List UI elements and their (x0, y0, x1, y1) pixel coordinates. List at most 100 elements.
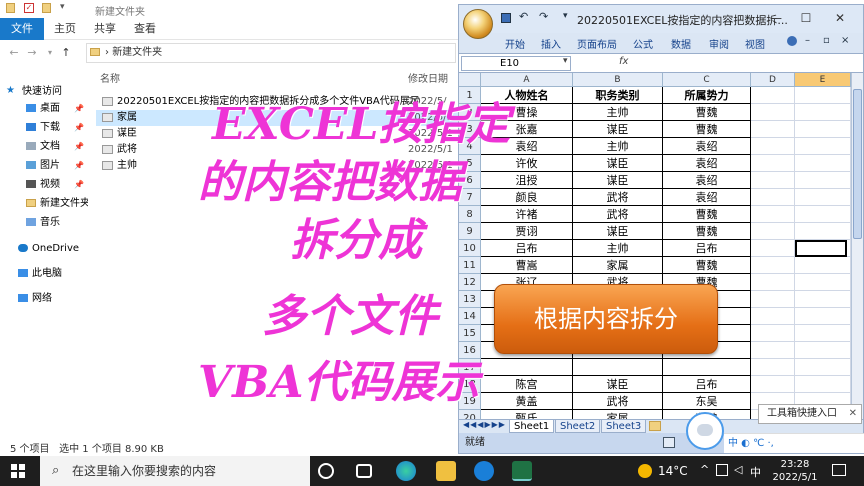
grid-cell[interactable] (795, 342, 851, 359)
column-header-e[interactable]: E (795, 73, 851, 87)
grid-cell[interactable]: 谋臣 (573, 172, 663, 189)
tab-home[interactable]: 开始 (505, 36, 525, 51)
grid-cell[interactable] (751, 376, 795, 393)
grid-cell[interactable]: 袁绍 (663, 189, 751, 206)
scrollbar-thumb[interactable] (853, 89, 862, 239)
office-button[interactable] (463, 9, 493, 39)
new-folder-icon[interactable] (42, 3, 51, 13)
tab-home[interactable]: 主页 (54, 18, 76, 40)
tab-review[interactable]: 审阅 (709, 36, 729, 51)
vertical-scrollbar[interactable] (851, 73, 863, 419)
row-header[interactable]: 15 (459, 325, 481, 342)
address-bar[interactable]: › 新建文件夹 (86, 43, 456, 63)
close-icon[interactable]: × (841, 35, 849, 46)
nav-item-quick-access[interactable]: ★ 快速访问 (6, 82, 92, 100)
grid-cell[interactable]: 甄氏 (481, 410, 573, 419)
row-header[interactable]: 14 (459, 308, 481, 325)
network-icon[interactable] (716, 464, 728, 476)
sheet-tab-sheet2[interactable]: Sheet2 (555, 420, 601, 433)
grid-cell[interactable]: 主帅 (573, 240, 663, 257)
minimize-icon[interactable]: — (769, 11, 783, 25)
column-header-a[interactable]: A (481, 73, 573, 87)
nav-item-new-folder[interactable]: 新建文件夹 (26, 195, 88, 213)
grid-cell[interactable] (573, 359, 663, 376)
grid-cell[interactable]: 袁绍 (663, 138, 751, 155)
grid-cell[interactable] (751, 359, 795, 376)
file-explorer-icon[interactable] (436, 461, 456, 481)
grid-cell[interactable] (795, 223, 851, 240)
notification-icon[interactable] (832, 464, 846, 476)
undo-icon[interactable]: ↶ (519, 10, 528, 23)
sheet-tab-sheet1[interactable]: Sheet1 (509, 420, 555, 433)
grid-cell[interactable]: 贾诩 (481, 223, 573, 240)
column-header-c[interactable]: C (663, 73, 751, 87)
grid-cell[interactable] (795, 121, 851, 138)
toolbox-shortcut-popup[interactable]: 工具箱快捷入口 ✕ (758, 404, 862, 424)
grid-cell[interactable]: 吕布 (481, 240, 573, 257)
tab-view[interactable]: 视图 (745, 36, 765, 51)
spreadsheet-grid[interactable]: A B C D E 1 人物姓名 职务类别 所属势力 2 曹操 主帅 曹魏 3 张嘉 谋臣 曹魏 4 袁绍 主帅 袁绍 5… (459, 73, 851, 419)
close-icon[interactable]: ✕ (849, 405, 857, 423)
grid-cell[interactable]: 谋臣 (573, 155, 663, 172)
tab-share[interactable]: 共享 (94, 18, 116, 40)
grid-cell[interactable] (751, 274, 795, 291)
grid-cell[interactable] (751, 223, 795, 240)
row-header[interactable]: 11 (459, 257, 481, 274)
grid-cell[interactable]: 曹魏 (663, 206, 751, 223)
nav-item-downloads[interactable]: 下载 📌 (26, 119, 86, 137)
grid-cell[interactable] (751, 172, 795, 189)
nav-item-documents[interactable]: 文档 📌 (26, 138, 86, 156)
grid-cell[interactable] (751, 189, 795, 206)
grid-cell[interactable] (795, 206, 851, 223)
row-header[interactable]: 5 (459, 155, 481, 172)
taskbar-search-box[interactable]: ⌕ 在这里输入你要搜索的内容 (40, 456, 310, 486)
grid-cell[interactable] (795, 308, 851, 325)
forward-arrow-icon[interactable]: → (24, 45, 40, 61)
grid-cell[interactable] (751, 240, 795, 257)
up-arrow-icon[interactable]: ↑ (58, 45, 74, 61)
recent-dropdown-icon[interactable]: ▾ (42, 45, 58, 61)
assistant-robot-icon[interactable] (686, 412, 724, 450)
grid-cell[interactable] (795, 172, 851, 189)
column-header-date[interactable]: 修改日期 (408, 70, 448, 85)
row-header[interactable]: 8 (459, 206, 481, 223)
ime-toolbar[interactable]: 中 ◐ ℃ ·, (724, 433, 864, 453)
quick-access-dropdown-icon[interactable]: ▾ (60, 2, 65, 12)
volume-icon[interactable]: ◁ (734, 463, 742, 476)
tray-overflow-icon[interactable]: ^ (700, 463, 709, 476)
restore-icon[interactable]: ▫ (823, 35, 830, 46)
grid-cell[interactable]: 袁绍 (663, 172, 751, 189)
minimize-icon[interactable]: – (805, 35, 810, 46)
nav-item-music[interactable]: 音乐 (26, 214, 86, 232)
row-header[interactable]: 7 (459, 189, 481, 206)
grid-cell[interactable] (751, 138, 795, 155)
normal-view-icon[interactable] (663, 437, 675, 448)
row-header[interactable]: 9 (459, 223, 481, 240)
grid-cell[interactable]: 谋臣 (573, 376, 663, 393)
tab-formulas[interactable]: 公式 (633, 36, 653, 51)
grid-cell[interactable] (751, 206, 795, 223)
help-icon[interactable] (787, 36, 797, 46)
row-header[interactable]: 10 (459, 240, 481, 257)
grid-cell[interactable]: 黄盖 (481, 393, 573, 410)
grid-cell[interactable] (795, 257, 851, 274)
grid-cell[interactable]: 沮授 (481, 172, 573, 189)
cortana-icon[interactable] (318, 463, 334, 479)
row-header[interactable]: 12 (459, 274, 481, 291)
excel-app-icon[interactable] (512, 461, 532, 481)
split-by-content-button[interactable]: 根据内容拆分 (494, 284, 718, 354)
grid-cell[interactable] (663, 359, 751, 376)
grid-cell[interactable] (795, 155, 851, 172)
nav-item-this-pc[interactable]: 此电脑 (18, 265, 104, 283)
customize-toolbar-icon[interactable]: ▾ (563, 11, 568, 21)
windows-start-icon[interactable] (11, 464, 25, 478)
grid-cell[interactable]: 主帅 (573, 104, 663, 121)
column-header-b[interactable]: B (573, 73, 663, 87)
nav-item-onedrive[interactable]: OneDrive (18, 240, 104, 258)
close-icon[interactable]: ✕ (833, 11, 847, 25)
grid-cell[interactable]: 曹魏 (663, 257, 751, 274)
grid-cell[interactable] (751, 291, 795, 308)
row-header[interactable]: 6 (459, 172, 481, 189)
grid-cell[interactable]: 许攸 (481, 155, 573, 172)
back-arrow-icon[interactable]: ← (6, 45, 22, 61)
